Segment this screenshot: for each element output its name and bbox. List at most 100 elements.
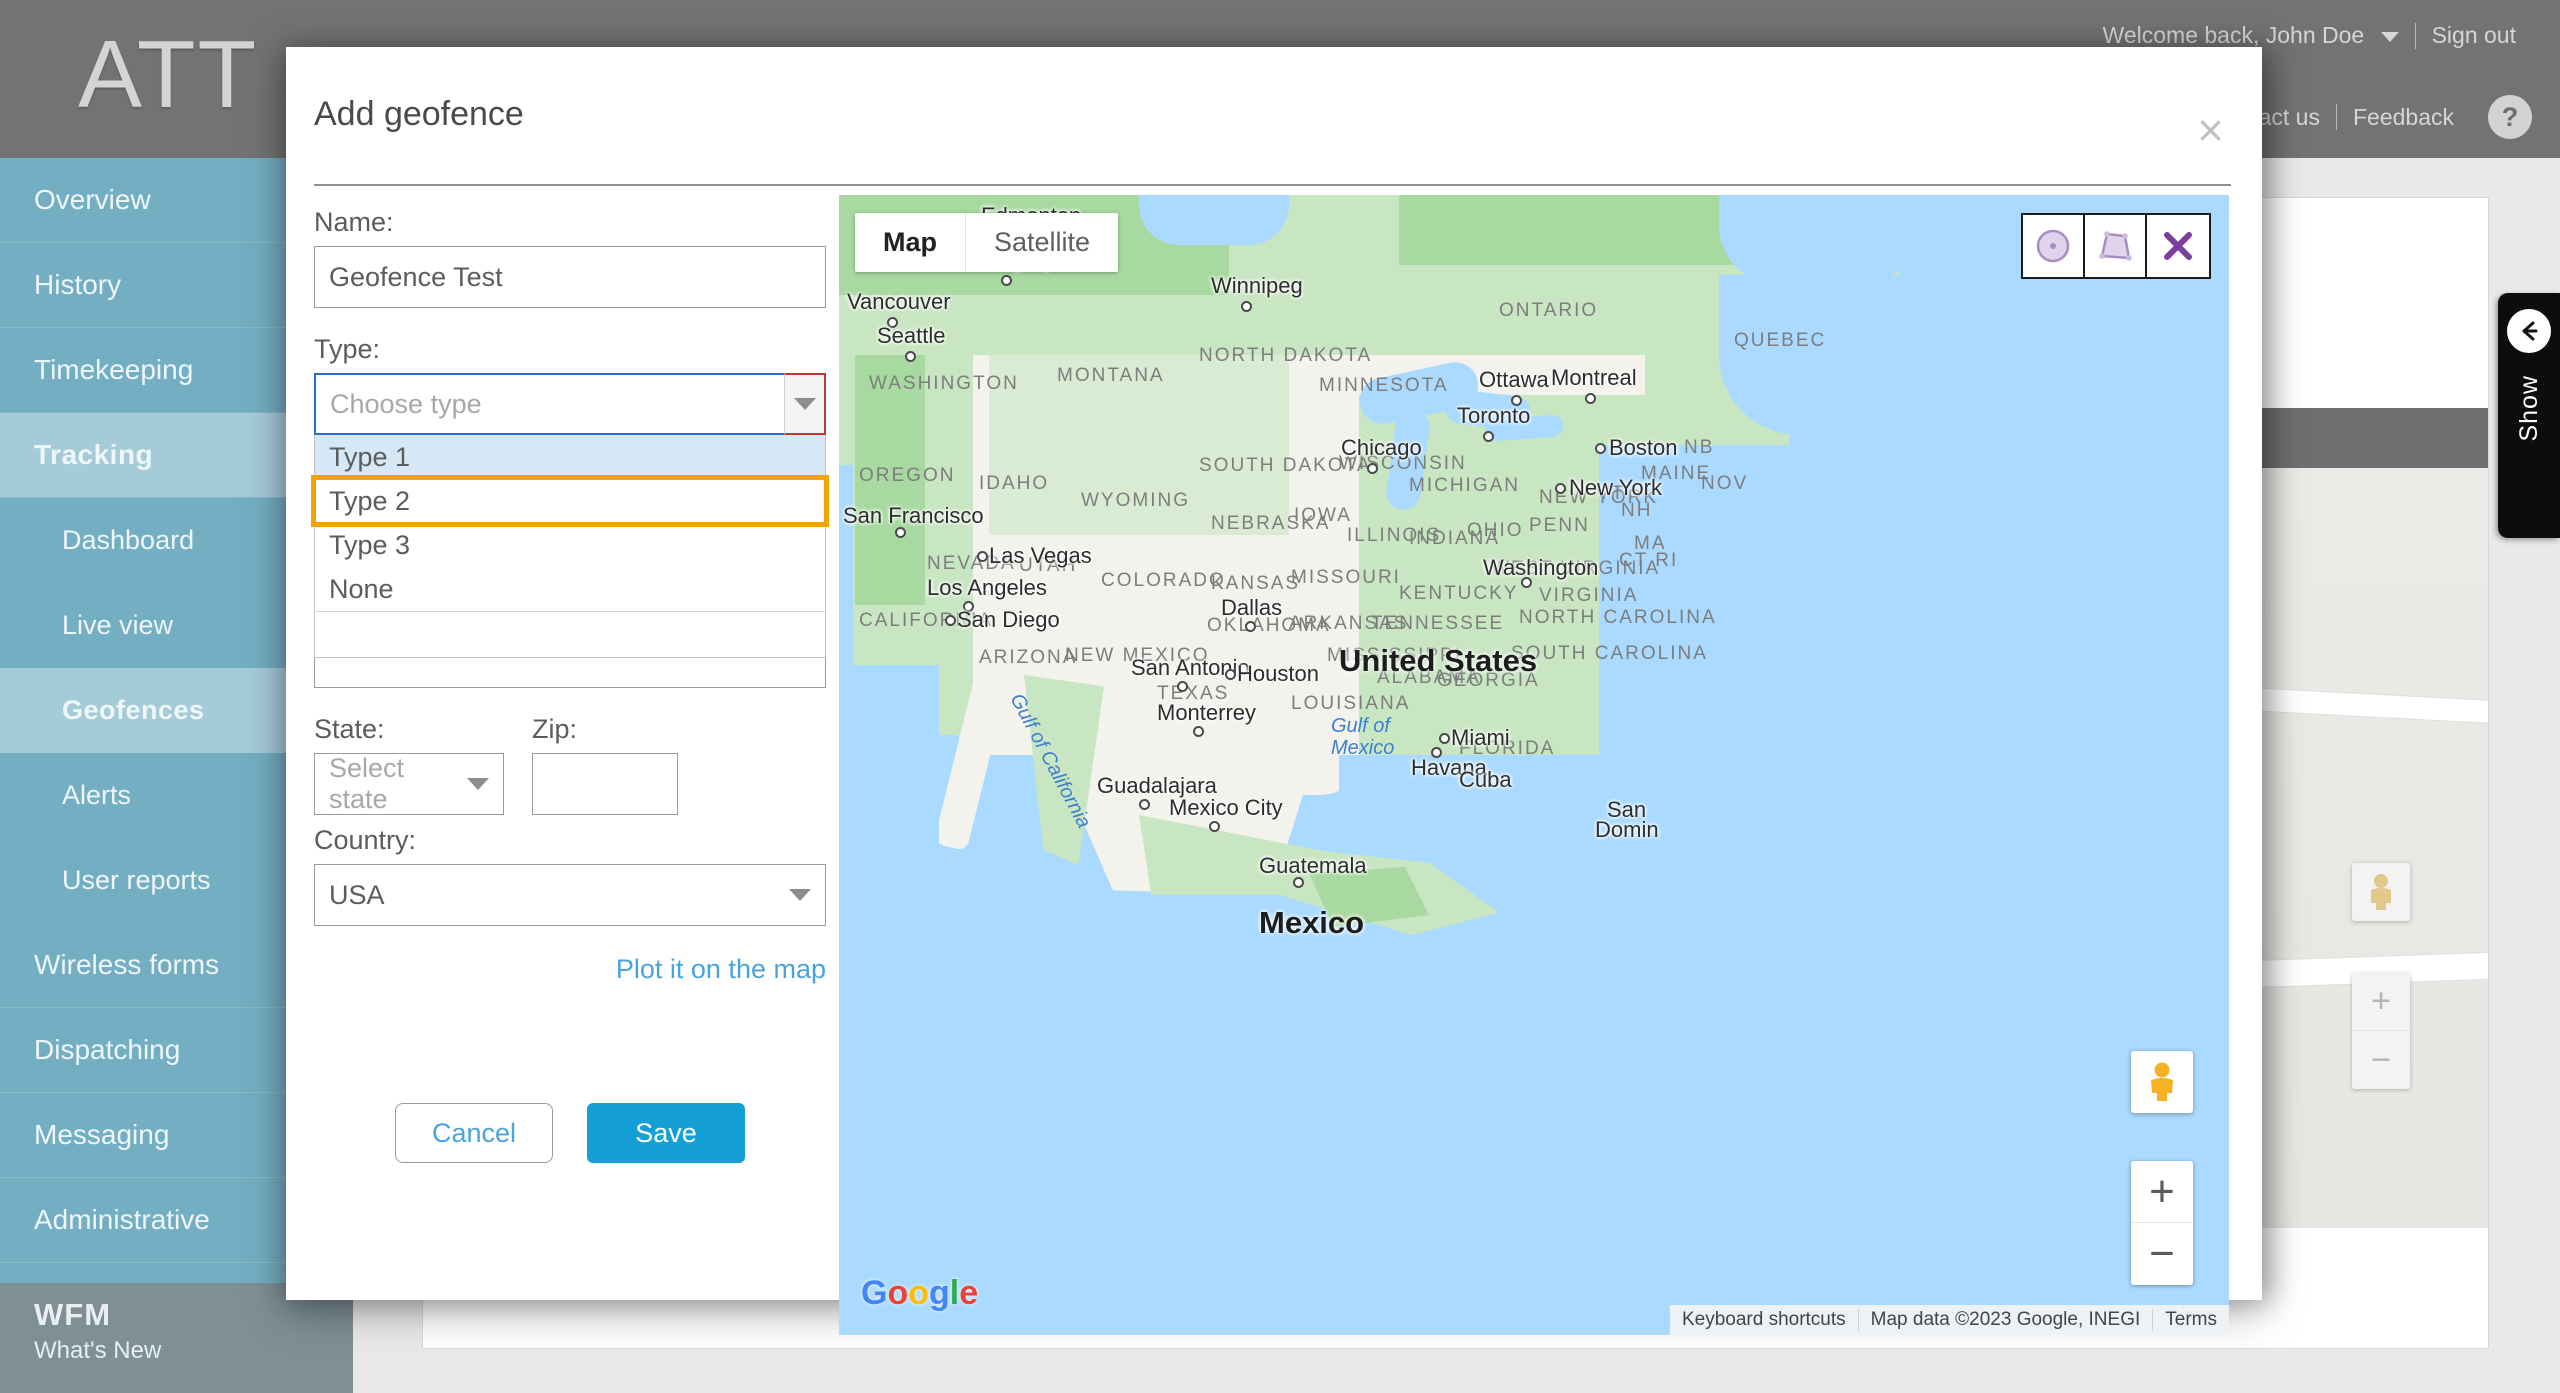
map-city-dot-7 [1483, 431, 1494, 442]
pegman-icon[interactable] [2131, 1051, 2193, 1113]
map-sea-label-1: Gulf of [1331, 715, 1390, 737]
map-state-label-2: NORTH DAKOTA [1199, 345, 1373, 366]
sidebar-label-dispatching: Dispatching [34, 1034, 181, 1065]
show-panel-label: Show [2514, 375, 2543, 442]
map-state-label-22: KENTUCKY [1399, 583, 1519, 604]
polygon-draw-icon[interactable] [2085, 215, 2147, 277]
map-city-label-25: Guatemala [1259, 853, 1367, 878]
map-state-label-42: CT RI [1619, 550, 1679, 571]
map-state-label-24: VIRGINIA [1539, 585, 1639, 606]
map-city-label-18: Houston [1237, 661, 1319, 686]
caret-down-icon [793, 398, 816, 410]
map-city-label-14: Los Angeles [927, 575, 1047, 600]
background-pegman-icon[interactable] [2352, 863, 2410, 921]
help-icon[interactable]: ? [2488, 95, 2532, 139]
country-select[interactable]: USA [314, 864, 826, 926]
type-dropdown-toggle[interactable] [784, 373, 826, 435]
chevron-down-icon [2380, 31, 2399, 42]
name-label: Name: [314, 207, 394, 237]
map-city-label-24: Cuba [1459, 767, 1512, 792]
map-canvas[interactable]: Map Satellite WASHINGTON MONTANA NORTH D… [839, 195, 2229, 1335]
welcome-user-label: Welcome back, John Doe [2102, 22, 2365, 48]
feedback-link[interactable]: Feedback [2337, 104, 2470, 131]
sign-out-link[interactable]: Sign out [2416, 22, 2532, 49]
map-city-label-11: Washington [1483, 555, 1599, 580]
welcome-user-menu[interactable]: Welcome back, John Doe [2087, 22, 2415, 49]
clear-shapes-icon[interactable] [2147, 215, 2209, 277]
map-type-map-button[interactable]: Map [855, 213, 966, 272]
map-state-label-12: COLORADO [1101, 570, 1226, 591]
map-city-dot-4 [905, 351, 916, 362]
map-attribution: Keyboard shortcuts Map data ©2023 Google… [1669, 1305, 2229, 1335]
map-type-satellite-button[interactable]: Satellite [966, 213, 1118, 272]
map-city-label-13: Las Vegas [989, 543, 1092, 568]
geofence-map[interactable]: Map Satellite WASHINGTON MONTANA NORTH D… [839, 195, 2229, 1335]
sidebar-label-user-reports: User reports [62, 865, 211, 895]
map-zoom-out-button[interactable]: − [2131, 1223, 2193, 1285]
sidebar-label-messaging: Messaging [34, 1119, 170, 1150]
map-province-label-0: ONTARIO [1499, 300, 1599, 321]
country-label: Country: [314, 825, 417, 855]
map-state-label-14: IOWA [1294, 505, 1352, 526]
map-city-label-16: Dallas [1221, 595, 1283, 620]
map-sea-label-2: Mexico [1331, 737, 1395, 759]
cancel-button[interactable]: Cancel [395, 1103, 553, 1163]
background-zoom-controls[interactable]: + − [2352, 973, 2410, 1089]
sidebar-label-overview: Overview [34, 184, 151, 215]
map-city-dot-15 [945, 615, 956, 626]
background-zoom-in-button[interactable]: + [2352, 973, 2410, 1031]
map-city-label-22: Miami [1451, 725, 1510, 750]
type-option-type-2[interactable]: Type 2 [311, 475, 829, 527]
sidebar-label-history: History [34, 269, 122, 300]
map-state-label-30: NORTH CAROLINA [1519, 607, 1717, 628]
state-select-value: Select state [329, 753, 405, 814]
type-option-none[interactable]: None [315, 567, 825, 611]
map-state-label-3: MINNESOTA [1319, 375, 1449, 396]
map-city-dot-19 [1193, 726, 1204, 737]
wfm-subtitle: What's New [34, 1337, 162, 1364]
map-city-dot-9 [1595, 443, 1606, 454]
map-city-label-5: Ottawa [1479, 367, 1549, 392]
map-zoom-in-button[interactable]: + [2131, 1161, 2193, 1223]
map-terms-link[interactable]: Terms [2152, 1309, 2229, 1331]
arrow-left-icon [2507, 309, 2551, 353]
map-keyboard-shortcuts-link[interactable]: Keyboard shortcuts [1670, 1309, 1858, 1331]
dialog-divider [314, 184, 2231, 186]
state-zip-row: State: Select state Zip: [314, 714, 826, 815]
map-state-label-29: TENNESSEE [1371, 613, 1505, 634]
zip-input[interactable] [532, 753, 678, 815]
map-state-label-5: IDAHO [979, 473, 1050, 494]
map-state-label-9: MICHIGAN [1409, 475, 1520, 496]
map-drawing-tools [2021, 213, 2211, 279]
plot-on-map-link[interactable]: Plot it on the map [314, 954, 826, 985]
name-input[interactable] [314, 246, 826, 308]
map-city-dot-18 [1225, 669, 1236, 680]
show-panel-toggle[interactable]: Show [2498, 293, 2560, 538]
type-option-type-3[interactable]: Type 3 [315, 523, 825, 567]
sidebar-label-alerts: Alerts [62, 780, 132, 810]
sidebar-label-dashboard: Dashboard [62, 525, 195, 555]
background-zoom-out-button[interactable]: − [2352, 1031, 2410, 1089]
map-city-label-8: Chicago [1341, 435, 1422, 460]
type-combobox: Type 1 Type 2 Type 3 None [311, 373, 829, 658]
header-account-row: Welcome back, John Doe Sign out [2087, 22, 2532, 49]
close-icon[interactable]: × [2197, 107, 2224, 153]
circle-draw-icon[interactable] [2023, 215, 2085, 277]
map-city-dot-12 [895, 527, 906, 538]
map-city-label-7: Toronto [1457, 403, 1531, 428]
type-option-type-1[interactable]: Type 1 [315, 435, 825, 479]
save-button[interactable]: Save [587, 1103, 745, 1163]
map-type-switch: Map Satellite [855, 213, 1119, 272]
state-select[interactable]: Select state [314, 753, 504, 815]
map-city-label-27: Domin [1595, 817, 1659, 842]
dialog-title: Add geofence [314, 95, 524, 133]
google-logo-e: e [959, 1274, 979, 1312]
geofence-form: Name: Type: Type 1 Type 2 Type 3 None Ci… [311, 207, 829, 985]
map-city-dot-13 [977, 551, 988, 562]
map-city-label-6: Montreal [1551, 365, 1637, 390]
country-select-value: USA [329, 879, 385, 910]
map-city-label-15: San Diego [957, 607, 1060, 632]
type-options-spacer [315, 611, 825, 657]
type-input[interactable] [314, 373, 826, 435]
map-city-label-3: Vancouver [847, 289, 951, 314]
